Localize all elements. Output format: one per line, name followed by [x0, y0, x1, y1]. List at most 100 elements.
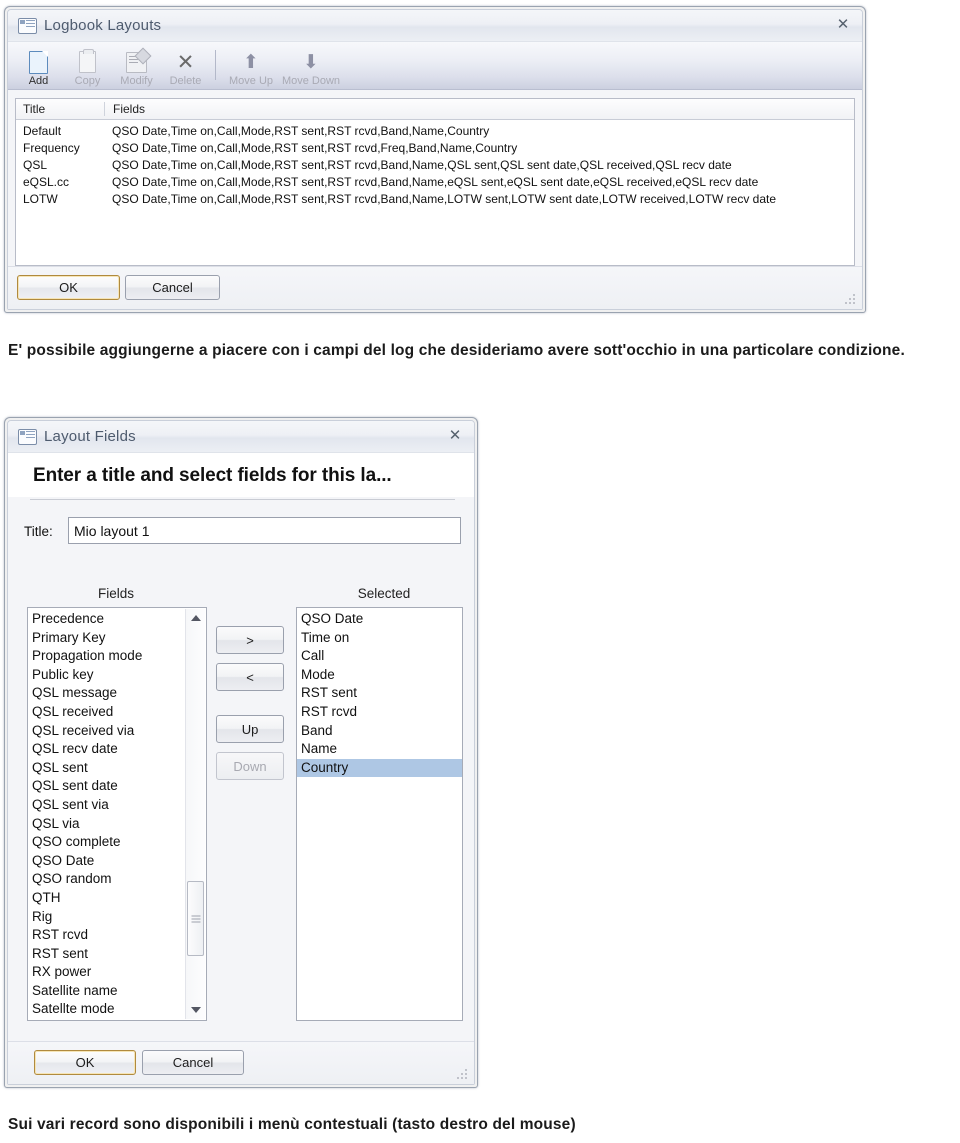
- dialog2-header-rule: [30, 499, 455, 500]
- move-down-button[interactable]: Down: [216, 752, 284, 780]
- toolbar-delete-label: Delete: [169, 75, 202, 87]
- list-item[interactable]: QTH: [28, 889, 206, 908]
- row-title-cell: eQSL.cc: [23, 174, 70, 189]
- selected-list-items: QSO Date Time on Call Mode RST sent RST rcvd B…: [297, 608, 462, 778]
- row-title-cell: Default: [23, 123, 62, 138]
- row-fields-cell: QSO Date,Time on,Call,Mode,RST sent,RST …: [112, 191, 777, 206]
- list-item[interactable]: QSL sent: [28, 759, 206, 778]
- toolbar-add-button[interactable]: Add: [14, 43, 63, 88]
- remove-field-button[interactable]: <: [216, 663, 284, 691]
- dialog2-heading: Enter a title and select fields for this…: [33, 465, 392, 486]
- list-item[interactable]: Rig: [28, 908, 206, 927]
- list-item[interactable]: QSO Date: [28, 852, 206, 871]
- fields-scrollbar[interactable]: [185, 609, 205, 1019]
- scrollbar-thumb[interactable]: [187, 881, 204, 956]
- dialog1-footer: OK Cancel: [8, 266, 862, 309]
- list-item[interactable]: QSO Date: [297, 610, 462, 629]
- list-item[interactable]: RST rcvd: [28, 926, 206, 945]
- resize-grip[interactable]: [456, 1068, 469, 1081]
- list-item[interactable]: Satellite name: [28, 982, 206, 1001]
- list-item[interactable]: Primary Key: [28, 629, 206, 648]
- window-list-icon: [18, 428, 37, 445]
- list-item[interactable]: Propagation mode: [28, 647, 206, 666]
- move-up-button[interactable]: Up: [216, 715, 284, 743]
- toolbar-copy-button[interactable]: Copy: [63, 43, 112, 88]
- toolbar-delete-button[interactable]: ✕ Delete: [161, 43, 210, 88]
- list-item[interactable]: QSL sent via: [28, 796, 206, 815]
- copy-icon: [63, 49, 112, 75]
- dialog2-titlebar[interactable]: Layout Fields ✕: [8, 421, 474, 453]
- dialog2-ok-button[interactable]: OK: [34, 1050, 136, 1075]
- list-item[interactable]: Name: [297, 740, 462, 759]
- list-item[interactable]: Country: [297, 758, 462, 778]
- add-field-button[interactable]: >: [216, 626, 284, 654]
- table-row[interactable]: eQSL.cc QSO Date,Time on,Call,Mode,RST se…: [16, 173, 854, 190]
- delete-x-icon: ✕: [176, 50, 195, 74]
- selected-caption: Selected: [357, 586, 411, 601]
- list-item[interactable]: Satellte mode: [28, 1000, 206, 1019]
- dialog2-inner-frame: Layout Fields ✕ Enter a title and select…: [7, 420, 475, 1085]
- close-icon[interactable]: ✕: [442, 424, 468, 446]
- arrow-down-icon: ⬇: [303, 51, 319, 73]
- column-header-title[interactable]: Title: [16, 102, 104, 116]
- table-row[interactable]: Frequency QSO Date,Time on,Call,Mode,RST …: [16, 139, 854, 156]
- list-item[interactable]: QSL message: [28, 684, 206, 703]
- grid-header-row: Title Fields: [16, 99, 854, 120]
- dialog1-cancel-button[interactable]: Cancel: [125, 275, 220, 300]
- toolbar-modify-label: Modify: [120, 75, 153, 87]
- paragraph-text-1: E' possibile aggiungerne a piacere con i…: [8, 342, 905, 359]
- dialog1-title: Logbook Layouts: [44, 17, 162, 34]
- dialog1-ok-button[interactable]: OK: [17, 275, 120, 300]
- toolbar-separator: [215, 50, 216, 80]
- toolbar-copy-label: Copy: [74, 75, 101, 87]
- window-list-icon: [18, 17, 37, 34]
- list-item[interactable]: RST rcvd: [297, 703, 462, 722]
- page-root: Logbook Layouts ✕ Add Copy Modify ✕ Dele…: [0, 0, 960, 1143]
- scroll-up-arrow-icon[interactable]: [186, 609, 205, 627]
- list-item[interactable]: QSL via: [28, 815, 206, 834]
- resize-grip[interactable]: [844, 293, 857, 306]
- list-item[interactable]: QSO complete: [28, 833, 206, 852]
- column-header-fields[interactable]: Fields: [105, 102, 145, 116]
- list-item[interactable]: RX power: [28, 963, 206, 982]
- table-row[interactable]: LOTW QSO Date,Time on,Call,Mode,RST sent,…: [16, 190, 854, 207]
- dialog2-footer: OK Cancel: [8, 1041, 474, 1084]
- title-input[interactable]: Mio layout 1: [68, 517, 461, 544]
- fields-list-items: Precedence Primary Key Propagation mode Pub…: [28, 608, 206, 1019]
- layouts-grid[interactable]: Title Fields Default QSO Date,Time on,Cal…: [15, 98, 855, 266]
- list-item[interactable]: QSO random: [28, 870, 206, 889]
- list-item[interactable]: Public key: [28, 666, 206, 685]
- dialog2-title: Layout Fields: [44, 428, 136, 445]
- close-icon[interactable]: ✕: [830, 13, 856, 35]
- dialog-inner-frame: Logbook Layouts ✕ Add Copy Modify ✕ Dele…: [7, 9, 863, 310]
- list-item[interactable]: RST sent: [28, 945, 206, 964]
- toolbar-move-up-button[interactable]: ⬆ Move Up: [221, 43, 281, 88]
- dialog2-cancel-button[interactable]: Cancel: [142, 1050, 244, 1075]
- toolbar-modify-button[interactable]: Modify: [112, 43, 161, 88]
- new-document-icon: [14, 49, 63, 75]
- title-field-label: Title:: [24, 524, 53, 539]
- list-item[interactable]: QSL recv date: [28, 740, 206, 759]
- list-item[interactable]: Mode: [297, 666, 462, 685]
- row-fields-cell: QSO Date,Time on,Call,Mode,RST sent,RST …: [112, 140, 518, 155]
- table-row[interactable]: Default QSO Date,Time on,Call,Mode,RST se…: [16, 122, 854, 139]
- list-item[interactable]: Time on: [297, 629, 462, 648]
- row-title-cell: QSL: [23, 157, 48, 172]
- paragraph-text-2: Sui vari record sono disponibili i menù …: [8, 1116, 576, 1133]
- list-item[interactable]: QSL received via: [28, 722, 206, 741]
- dialog1-toolbar: Add Copy Modify ✕ Delete ⬆ Move Up ⬇ Mov…: [8, 42, 862, 90]
- selected-listbox[interactable]: QSO Date Time on Call Mode RST sent RST rcvd B…: [296, 607, 463, 1021]
- table-row[interactable]: QSL QSO Date,Time on,Call,Mode,RST sent,R…: [16, 156, 854, 173]
- list-item[interactable]: QSL sent date: [28, 777, 206, 796]
- list-item[interactable]: Precedence: [28, 610, 206, 629]
- row-fields-cell: QSO Date,Time on,Call,Mode,RST sent,RST …: [112, 174, 759, 189]
- scroll-down-arrow-icon[interactable]: [186, 1001, 205, 1019]
- toolbar-move-down-button[interactable]: ⬇ Move Down: [281, 43, 341, 88]
- list-item[interactable]: Band: [297, 722, 462, 741]
- list-item[interactable]: RST sent: [297, 684, 462, 703]
- logbook-layouts-dialog: Logbook Layouts ✕ Add Copy Modify ✕ Dele…: [4, 6, 866, 313]
- dialog1-titlebar[interactable]: Logbook Layouts ✕: [8, 10, 862, 42]
- fields-listbox[interactable]: Precedence Primary Key Propagation mode Pub…: [27, 607, 207, 1021]
- list-item[interactable]: Call: [297, 647, 462, 666]
- list-item[interactable]: QSL received: [28, 703, 206, 722]
